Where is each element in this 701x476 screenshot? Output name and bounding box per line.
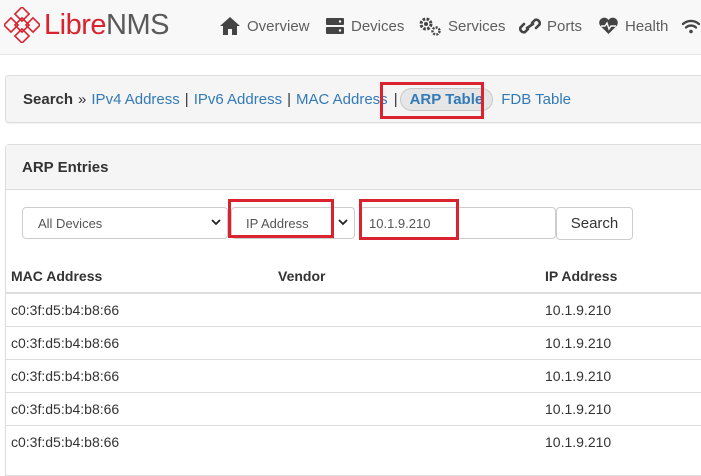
nav-services-label: Services — [448, 17, 506, 35]
panel-title: ARP Entries — [6, 145, 701, 190]
header-mac-address[interactable]: MAC Address — [5, 259, 272, 294]
nav-devices-label: Devices — [351, 17, 405, 35]
cell-ip[interactable]: 10.1.9.210 — [539, 292, 701, 327]
breadcrumb-separator: » — [78, 90, 87, 108]
librenms-logo[interactable]: LibreNMS — [4, 7, 169, 43]
nav-health[interactable]: Health — [598, 0, 668, 52]
search-input[interactable]: 10.1.9.210 — [360, 207, 556, 239]
cell-vendor — [272, 292, 539, 327]
search-button[interactable]: Search — [556, 207, 633, 240]
chevron-down-icon — [211, 219, 221, 226]
nav-overview-label: Overview — [247, 17, 310, 35]
cogs-icon — [419, 17, 441, 36]
tab-arp-table-active[interactable]: ARP Table — [399, 87, 494, 111]
cell-ip[interactable]: 10.1.9.210 — [539, 326, 701, 360]
breadcrumb-pipe: | — [393, 90, 398, 108]
wifi-icon — [681, 19, 701, 34]
table-row: c0:3f:d5:b4:b8:66 10.1.9.210 — [5, 392, 701, 426]
nav-overview[interactable]: Overview — [219, 0, 310, 52]
table-row: c0:3f:d5:b4:b8:66 10.1.9.210 — [5, 359, 701, 393]
home-icon — [220, 17, 240, 35]
nav-health-label: Health — [625, 17, 669, 35]
link-mac-address[interactable]: MAC Address — [296, 91, 388, 108]
table-row: c0:3f:d5:b4:b8:66 10.1.9.210 — [5, 326, 701, 360]
breadcrumb-pipe: | — [287, 90, 291, 108]
search-type-value: IP Address — [246, 215, 309, 231]
nav-services[interactable]: Services — [418, 0, 506, 52]
logo-text: LibreNMS — [44, 8, 169, 41]
search-breadcrumb-panel: Search » IPv4 Address | IPv6 Address | M… — [5, 75, 701, 123]
link-ipv6-address[interactable]: IPv6 Address — [194, 91, 282, 108]
breadcrumb: Search » IPv4 Address | IPv6 Address | M… — [23, 76, 571, 122]
link-ipv4-address[interactable]: IPv4 Address — [91, 91, 179, 108]
device-select[interactable]: All Devices — [22, 207, 228, 239]
cell-mac[interactable]: c0:3f:d5:b4:b8:66 — [5, 425, 272, 458]
cell-ip[interactable]: 10.1.9.210 — [539, 425, 701, 458]
table-row: c0:3f:d5:b4:b8:66 10.1.9.210 — [5, 425, 701, 458]
cell-vendor — [272, 326, 539, 360]
table-header-row: MAC Address Vendor IP Address — [5, 259, 701, 294]
librenms-logo-icon — [4, 7, 40, 43]
heartbeat-icon — [599, 17, 618, 34]
server-icon — [326, 18, 344, 34]
cell-vendor — [272, 359, 539, 393]
header-vendor[interactable]: Vendor — [272, 259, 539, 294]
arp-table: MAC Address Vendor IP Address c0:3f:d5:b… — [5, 259, 701, 458]
search-type-select[interactable]: IP Address — [231, 207, 355, 239]
top-navbar: LibreNMS Overview Devices Services Ports… — [0, 0, 701, 55]
cell-vendor — [272, 392, 539, 426]
link-fdb-table[interactable]: FDB Table — [501, 91, 571, 108]
cell-mac[interactable]: c0:3f:d5:b4:b8:66 — [5, 392, 272, 426]
cell-ip[interactable]: 10.1.9.210 — [539, 392, 701, 426]
cell-mac[interactable]: c0:3f:d5:b4:b8:66 — [5, 326, 272, 360]
breadcrumb-title: Search — [23, 90, 74, 108]
chevron-down-icon — [338, 219, 348, 226]
cell-vendor — [272, 425, 539, 458]
nav-ports[interactable]: Ports — [519, 0, 582, 52]
cell-ip[interactable]: 10.1.9.210 — [539, 359, 701, 393]
cell-mac[interactable]: c0:3f:d5:b4:b8:66 — [5, 359, 272, 393]
nav-ports-label: Ports — [547, 17, 583, 35]
device-select-value: All Devices — [38, 215, 103, 231]
link-icon — [519, 18, 541, 34]
breadcrumb-pipe: | — [184, 90, 189, 108]
cell-mac[interactable]: c0:3f:d5:b4:b8:66 — [5, 292, 272, 327]
table-row: c0:3f:d5:b4:b8:66 10.1.9.210 — [5, 292, 701, 327]
header-ip-address[interactable]: IP Address — [539, 259, 701, 294]
search-input-value: 10.1.9.210 — [369, 215, 431, 231]
nav-wireless[interactable] — [681, 0, 701, 52]
nav-devices[interactable]: Devices — [325, 0, 404, 52]
